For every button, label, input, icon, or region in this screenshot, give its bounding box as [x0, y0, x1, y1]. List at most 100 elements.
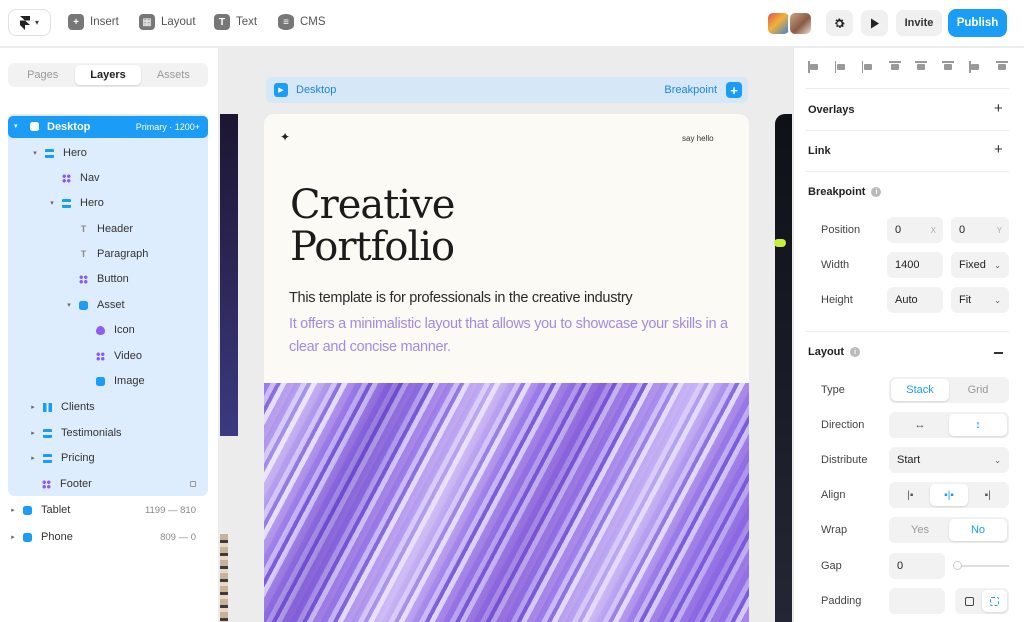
position-x-input[interactable]: 0 X	[887, 217, 943, 243]
padding-individual-option[interactable]	[982, 590, 1007, 612]
design-canvas[interactable]: ▶ Desktop Breakpoint + ✦ say hello Creat…	[220, 48, 792, 622]
field-unit: Y	[996, 225, 1002, 235]
layout-grid-icon: ▦	[139, 14, 155, 30]
hero-paragraph-lead[interactable]: This template is for professionals in th…	[289, 290, 739, 306]
align-bottom-icon[interactable]	[942, 61, 955, 73]
layer-desktop[interactable]: ▾ Desktop Primary · 1200+	[8, 116, 208, 138]
align-middle-icon[interactable]	[915, 61, 928, 73]
direction-vertical-icon[interactable]: ↕	[949, 414, 1007, 436]
padding-input[interactable]	[889, 588, 945, 614]
hero-image-asset[interactable]	[264, 383, 749, 622]
avatar[interactable]	[788, 11, 813, 36]
invite-button[interactable]: Invite	[896, 10, 942, 36]
collapse-layout-button[interactable]	[994, 352, 1003, 354]
tab-layers[interactable]: Layers	[75, 65, 141, 85]
play-icon[interactable]: ▶	[274, 83, 288, 97]
gap-input[interactable]: 0	[889, 553, 945, 579]
layer-phone[interactable]: ▸ Phone	[8, 526, 73, 548]
add-overlay-button[interactable]: +	[994, 100, 1003, 117]
distribute-select[interactable]: Start ⌄	[889, 447, 1009, 473]
expand-arrow-icon[interactable]: ▸	[28, 454, 38, 462]
add-link-button[interactable]: +	[994, 141, 1003, 158]
layer-hero[interactable]: ▾ Hero	[30, 142, 87, 164]
expand-arrow-icon[interactable]: ▸	[8, 506, 18, 514]
add-breakpoint-label[interactable]: Breakpoint	[664, 84, 717, 96]
position-y-input[interactable]: 0 Y	[951, 217, 1009, 243]
layout-button[interactable]: ▦ Layout	[139, 14, 196, 30]
layer-hero-inner[interactable]: ▾ Hero	[47, 192, 104, 214]
stack-icon	[45, 148, 54, 158]
type-stack-option[interactable]: Stack	[891, 379, 949, 401]
layer-button[interactable]: Button	[79, 268, 129, 290]
distribute-vertical-icon[interactable]	[995, 61, 1008, 73]
adjacent-frame-preview	[220, 534, 228, 622]
collapse-arrow-icon[interactable]: ▾	[14, 122, 18, 130]
collapse-arrow-icon[interactable]: ▾	[47, 199, 57, 207]
layer-tablet[interactable]: ▸ Tablet	[8, 499, 70, 521]
wrap-yes-option[interactable]: Yes	[891, 519, 949, 541]
preview-button[interactable]	[861, 10, 888, 36]
layer-testimonials[interactable]: ▸ Testimonials	[28, 422, 121, 444]
layer-pricing[interactable]: ▸ Pricing	[28, 447, 94, 469]
gap-slider-track[interactable]	[955, 565, 1009, 567]
type-grid-option[interactable]: Grid	[949, 379, 1007, 401]
publish-button[interactable]: Publish	[948, 9, 1007, 37]
align-center-icon[interactable]: ▪|▪	[929, 484, 969, 506]
width-mode-select[interactable]: Fixed ⌄	[951, 252, 1009, 278]
wrap-no-option[interactable]: No	[949, 519, 1007, 541]
layer-label: Tablet	[41, 504, 71, 516]
top-toolbar: ▾ + Insert ▦ Layout T Text ≡ CMS Invite …	[0, 0, 1024, 47]
add-breakpoint-button[interactable]: +	[726, 82, 742, 98]
framer-menu-button[interactable]: ▾	[8, 9, 51, 36]
height-mode-select[interactable]: Fit ⌄	[951, 287, 1009, 313]
layer-label: Button	[97, 273, 129, 285]
expand-arrow-icon[interactable]: ▸	[28, 403, 38, 411]
insert-button[interactable]: + Insert	[68, 14, 119, 30]
layer-image[interactable]: Image	[96, 370, 145, 392]
height-input[interactable]: Auto	[887, 287, 943, 313]
layer-footer[interactable]: Footer	[42, 473, 92, 495]
layer-nav[interactable]: Nav	[62, 167, 100, 189]
layer-asset[interactable]: ▾ Asset	[64, 294, 124, 316]
align-center-icon[interactable]	[834, 61, 847, 73]
layer-label: Clients	[61, 401, 95, 413]
align-left-icon[interactable]	[808, 61, 820, 73]
layer-icon[interactable]: Icon	[96, 319, 135, 341]
collapse-arrow-icon[interactable]: ▾	[64, 301, 74, 309]
align-start-icon[interactable]: |▪	[891, 484, 930, 506]
tab-assets[interactable]: Assets	[141, 65, 206, 85]
layer-paragraph[interactable]: T Paragraph	[79, 243, 149, 265]
field-value: Fit	[959, 294, 972, 306]
hero-paragraph-sub[interactable]: It offers a minimalistic layout that all…	[289, 313, 739, 359]
layer-clients[interactable]: ▸ Clients	[28, 396, 95, 418]
tab-pages[interactable]: Pages	[10, 65, 75, 85]
info-icon[interactable]: i	[850, 347, 861, 357]
layer-header[interactable]: T Header	[79, 218, 133, 240]
desktop-page-frame[interactable]: ✦ say hello Creative Portfolio This temp…	[264, 114, 749, 622]
info-icon[interactable]: i	[871, 187, 882, 197]
distribute-horizontal-icon[interactable]	[969, 61, 981, 73]
align-end-icon[interactable]: ▪|	[968, 484, 1007, 506]
frame-icon	[23, 505, 32, 515]
expand-arrow-icon[interactable]: ▸	[8, 533, 18, 541]
align-right-icon[interactable]	[861, 61, 874, 73]
cms-button[interactable]: ≡ CMS	[278, 14, 326, 30]
expand-arrow-icon[interactable]: ▸	[28, 429, 38, 437]
lock-icon[interactable]	[190, 481, 196, 487]
drop-icon	[96, 325, 105, 335]
say-hello-link[interactable]: say hello	[682, 134, 714, 143]
hero-header[interactable]: Creative Portfolio	[290, 184, 590, 268]
padding-uniform-option[interactable]	[957, 590, 982, 612]
gap-slider-handle[interactable]	[953, 561, 962, 570]
layout-label: Layout	[161, 16, 196, 28]
sparkle-logo-icon[interactable]: ✦	[280, 130, 290, 144]
layer-video[interactable]: Video	[96, 345, 142, 367]
text-button[interactable]: T Text	[214, 14, 257, 30]
frame-title[interactable]: Desktop	[296, 84, 336, 96]
width-input[interactable]: 1400	[887, 252, 943, 278]
frame-header-bar[interactable]: ▶ Desktop Breakpoint +	[266, 77, 748, 103]
align-top-icon[interactable]	[888, 61, 901, 73]
settings-button[interactable]	[826, 10, 853, 36]
direction-horizontal-icon[interactable]: ↔	[891, 414, 949, 436]
collapse-arrow-icon[interactable]: ▾	[30, 149, 40, 157]
